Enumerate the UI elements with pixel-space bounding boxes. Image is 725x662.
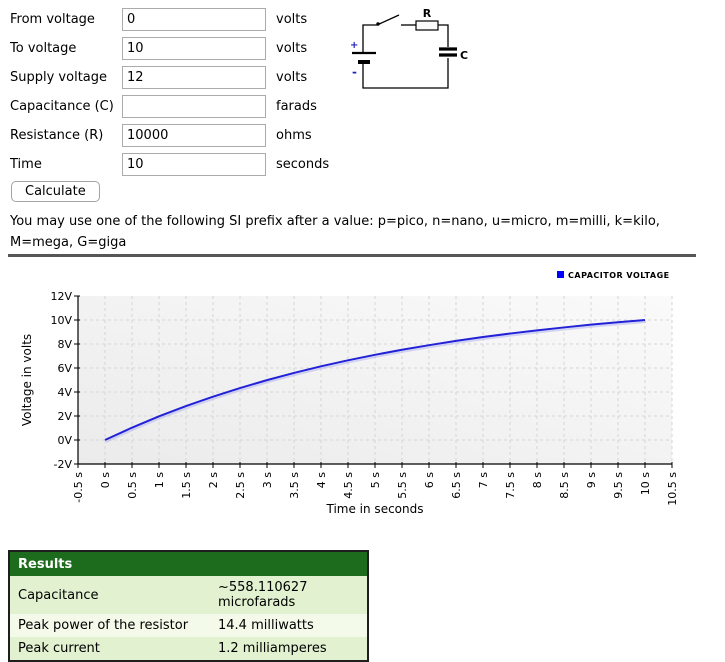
to-voltage-input[interactable] bbox=[122, 37, 266, 60]
results-table: Results Capacitance ~558.110627 microfar… bbox=[8, 550, 369, 662]
capacitor-label: C bbox=[460, 49, 468, 62]
y-tick-label: 2V bbox=[57, 410, 72, 423]
x-tick-label: 6 s bbox=[423, 472, 436, 488]
switch-pivot-dot bbox=[376, 22, 380, 26]
horizontal-divider bbox=[8, 254, 696, 257]
x-tick-label: 6.5 s bbox=[450, 472, 463, 499]
x-tick-label: 9.5 s bbox=[612, 472, 625, 499]
x-tick-label: 2.5 s bbox=[234, 472, 247, 499]
y-tick-label: 0V bbox=[57, 434, 72, 447]
from-voltage-unit: volts bbox=[276, 12, 308, 27]
resistance-label: Resistance (R) bbox=[10, 128, 104, 143]
supply-voltage-input[interactable] bbox=[122, 66, 266, 89]
x-tick-label: 8.5 s bbox=[558, 472, 571, 499]
capacitance-label: Capacitance (C) bbox=[10, 99, 114, 114]
y-tick-label: 6V bbox=[57, 362, 72, 375]
calculate-button[interactable]: Calculate bbox=[11, 181, 100, 202]
x-tick-label: 10.5 s bbox=[666, 472, 679, 506]
x-tick-label: 9 s bbox=[585, 472, 598, 488]
x-tick-label: 8 s bbox=[531, 472, 544, 488]
x-tick-label: 7.5 s bbox=[504, 472, 517, 499]
table-row: Peak power of the resistor 14.4 milliwat… bbox=[9, 614, 368, 637]
x-tick-label: 1.5 s bbox=[180, 472, 193, 499]
resistor-label: R bbox=[423, 7, 432, 20]
x-tick-label: 0.5 s bbox=[126, 472, 139, 499]
form-row-supply-voltage: Supply voltage volts bbox=[10, 66, 329, 89]
results-header: Results bbox=[9, 551, 368, 576]
form-row-to-voltage: To voltage volts bbox=[10, 37, 329, 60]
x-tick-label: 3.5 s bbox=[288, 472, 301, 499]
resistance-input[interactable] bbox=[122, 124, 266, 147]
resistor-symbol bbox=[415, 20, 439, 31]
to-voltage-unit: volts bbox=[276, 41, 308, 56]
x-tick-label: 5.5 s bbox=[396, 472, 409, 499]
y-tick-label: 10V bbox=[50, 314, 72, 327]
from-voltage-input[interactable] bbox=[122, 8, 266, 31]
x-tick-label: 2 s bbox=[207, 472, 220, 488]
capacitor-voltage-chart: CAPACITOR VOLTAGE -0.5 s 0 s 0.5 s 1 s 1.5 s… bbox=[20, 271, 679, 516]
form-row-time: Time seconds bbox=[10, 153, 329, 176]
plot-area-group: -0.5 s 0 s 0.5 s 1 s 1.5 s 2 s 2.5 s 3 s 3.5 s 4 … bbox=[50, 290, 679, 506]
x-tick-label: 4.5 s bbox=[342, 472, 355, 499]
rc-circuit-diagram: R C + - bbox=[350, 7, 468, 89]
page-root: { "form": { "rows": [ { "label": "From v… bbox=[0, 0, 725, 662]
x-tick-label: -0.5 s bbox=[72, 472, 85, 503]
result-value-peak-current: 1.2 milliamperes bbox=[210, 637, 368, 661]
y-axis-title: Voltage in volts bbox=[20, 334, 34, 426]
to-voltage-label: To voltage bbox=[10, 41, 77, 56]
x-axis-title: Time in seconds bbox=[326, 502, 424, 516]
y-tick-label: 4V bbox=[57, 386, 72, 399]
circuit-wires bbox=[362, 24, 449, 89]
result-label-peak-power: Peak power of the resistor bbox=[9, 614, 210, 637]
time-input[interactable] bbox=[122, 153, 266, 176]
form-row-capacitance: Capacitance (C) farads bbox=[10, 95, 329, 118]
results-header-row: Results bbox=[9, 551, 368, 576]
capacitance-unit: farads bbox=[276, 99, 317, 114]
switch-blade bbox=[376, 14, 400, 26]
result-value-capacitance: ~558.110627 microfarads bbox=[210, 576, 368, 614]
capacitance-input[interactable] bbox=[122, 95, 266, 118]
time-unit: seconds bbox=[276, 157, 330, 172]
form-row-from-voltage: From voltage volts bbox=[10, 8, 329, 31]
time-label: Time bbox=[10, 157, 42, 172]
from-voltage-label: From voltage bbox=[10, 12, 95, 27]
battery-plus-label: + bbox=[350, 40, 358, 51]
y-tick-label: -2V bbox=[54, 458, 73, 471]
x-tick-label: 7 s bbox=[477, 472, 490, 488]
supply-voltage-unit: volts bbox=[276, 70, 308, 85]
legend-label: CAPACITOR VOLTAGE bbox=[568, 271, 670, 280]
supply-voltage-label: Supply voltage bbox=[10, 70, 108, 85]
y-tick-label: 12V bbox=[50, 290, 72, 303]
result-value-peak-power: 14.4 milliwatts bbox=[210, 614, 368, 637]
table-row: Capacitance ~558.110627 microfarads bbox=[9, 576, 368, 614]
si-prefix-note: You may use one of the following SI pref… bbox=[10, 214, 660, 250]
x-tick-label: 1 s bbox=[153, 472, 166, 488]
result-label-peak-current: Peak current bbox=[9, 637, 210, 661]
x-tick-label: 10 s bbox=[639, 472, 652, 495]
legend-swatch bbox=[557, 271, 564, 278]
battery-minus-label: - bbox=[352, 65, 357, 79]
x-tick-label: 4 s bbox=[315, 472, 328, 488]
x-tick-label: 0 s bbox=[99, 472, 112, 488]
x-tick-label: 5 s bbox=[369, 472, 382, 488]
form-row-resistance: Resistance (R) ohms bbox=[10, 124, 329, 147]
x-tick-label: 3 s bbox=[261, 472, 274, 488]
y-tick-label: 8V bbox=[57, 338, 72, 351]
calculator-form: From voltage volts To voltage volts Supp… bbox=[10, 8, 329, 176]
result-label-capacitance: Capacitance bbox=[9, 576, 210, 614]
resistance-unit: ohms bbox=[276, 128, 312, 143]
table-row: Peak current 1.2 milliamperes bbox=[9, 637, 368, 661]
